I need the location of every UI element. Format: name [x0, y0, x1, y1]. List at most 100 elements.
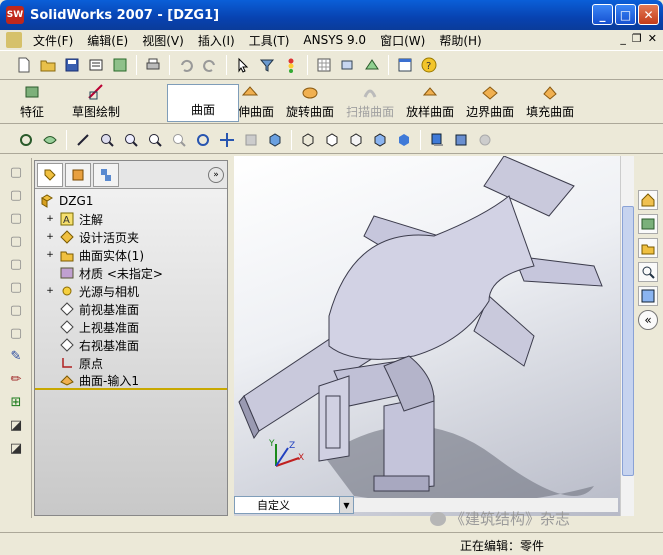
tree-node-lights-cameras[interactable]: + 光源与相机 — [35, 282, 227, 300]
box-select-icon[interactable]: ◪ — [7, 439, 25, 457]
cube-icon[interactable]: ▢ — [7, 163, 25, 181]
wireframe-icon[interactable] — [298, 130, 318, 150]
visibility-icon[interactable] — [40, 130, 60, 150]
mdi-restore-button[interactable]: ❐ — [632, 32, 642, 45]
rotate-icon[interactable] — [193, 130, 213, 150]
shaded-icon[interactable] — [394, 130, 414, 150]
tree-root[interactable]: DZG1 — [35, 192, 227, 210]
pan-icon[interactable] — [217, 130, 237, 150]
tab-property-manager[interactable] — [65, 162, 91, 187]
expand-icon[interactable]: + — [45, 232, 55, 242]
boundary-surface-button[interactable]: 边界曲面 — [466, 83, 514, 120]
smart-dimension-icon[interactable]: ✏ — [7, 370, 25, 388]
maximize-button[interactable]: □ — [615, 4, 636, 25]
grid-icon[interactable] — [314, 55, 334, 75]
lofted-surface-button[interactable]: 放样曲面 — [406, 83, 454, 120]
select-filter-icon[interactable] — [257, 55, 277, 75]
zoom-in-out-icon[interactable] — [145, 130, 165, 150]
cube-icon[interactable]: ▢ — [7, 278, 25, 296]
print-preview-icon[interactable] — [86, 55, 106, 75]
tree-node-annotations[interactable]: + A 注解 — [35, 210, 227, 228]
tree-node-surface-bodies[interactable]: + 曲面实体(1) — [35, 246, 227, 264]
filled-surface-button[interactable]: 填充曲面 — [526, 83, 574, 120]
view-orient-icon[interactable] — [338, 55, 358, 75]
tab-feature-tree[interactable] — [37, 162, 63, 187]
mdi-minimize-button[interactable]: _ — [620, 32, 626, 45]
cube-icon[interactable]: ▢ — [7, 209, 25, 227]
expand-icon[interactable]: + — [45, 214, 55, 224]
cube-icon[interactable]: ▢ — [7, 255, 25, 273]
tree-node-design-binder[interactable]: + 设计活页夹 — [35, 228, 227, 246]
save-icon[interactable] — [62, 55, 82, 75]
hidden-lines-removed-icon[interactable] — [346, 130, 366, 150]
zoom-area-icon[interactable] — [121, 130, 141, 150]
tree-node-top-plane[interactable]: 上视基准面 — [35, 318, 227, 336]
cube-icon[interactable]: ▢ — [7, 324, 25, 342]
menu-help[interactable]: 帮助(H) — [432, 32, 488, 49]
collapse-panel-icon[interactable]: » — [208, 166, 224, 183]
expand-icon[interactable]: + — [45, 250, 55, 260]
menu-view[interactable]: 视图(V) — [135, 32, 191, 49]
design-library-icon[interactable] — [638, 214, 658, 234]
tree-node-surface-import[interactable]: 曲面-输入1 — [35, 372, 227, 390]
view-orientation-select[interactable]: 自定义 ▼ — [234, 496, 354, 514]
revolved-surface-button[interactable]: 旋转曲面 — [286, 83, 334, 120]
tab-surfaces[interactable]: 曲面 — [167, 84, 239, 122]
home-icon[interactable] — [638, 190, 658, 210]
options-icon-2[interactable] — [362, 55, 382, 75]
document-icon[interactable] — [6, 32, 22, 48]
cube-icon[interactable]: ▢ — [7, 186, 25, 204]
open-icon[interactable] — [38, 55, 58, 75]
collapse-taskpane-icon[interactable]: « — [638, 310, 658, 330]
tab-sketch[interactable]: 草图绘制 — [72, 83, 120, 120]
menu-insert[interactable]: 插入(I) — [191, 32, 242, 49]
standard-views-icon[interactable] — [265, 130, 285, 150]
tab-configuration-manager[interactable] — [93, 162, 119, 187]
zoom-selection-icon[interactable] — [169, 130, 189, 150]
box-select-icon[interactable]: ◪ — [7, 416, 25, 434]
render-icon[interactable] — [475, 130, 495, 150]
view-palette-icon[interactable] — [638, 286, 658, 306]
cube-icon[interactable]: ▢ — [7, 301, 25, 319]
file-explorer-icon[interactable] — [638, 238, 658, 258]
print-icon[interactable] — [143, 55, 163, 75]
menu-window[interactable]: 窗口(W) — [373, 32, 432, 49]
tree-node-material[interactable]: 材质 <未指定> — [35, 264, 227, 282]
sketch-pencil-icon[interactable]: ✎ — [7, 347, 25, 365]
window-icon[interactable] — [395, 55, 415, 75]
menu-file[interactable]: 文件(F) — [26, 32, 80, 49]
help-icon[interactable]: ? — [419, 55, 439, 75]
zoom-fit-icon[interactable] — [97, 130, 117, 150]
rebuild-icon[interactable] — [281, 55, 301, 75]
select-icon[interactable] — [233, 55, 253, 75]
undo-icon[interactable] — [176, 55, 196, 75]
shadows-icon[interactable] — [427, 130, 447, 150]
sketch-tool-icon[interactable] — [73, 130, 93, 150]
search-icon[interactable] — [638, 262, 658, 282]
tab-features[interactable]: 特征 — [20, 83, 44, 120]
swept-surface-button[interactable]: 扫描曲面 — [346, 83, 394, 120]
scrollbar-thumb[interactable] — [622, 206, 634, 476]
previous-view-icon[interactable] — [241, 130, 261, 150]
options-icon[interactable] — [110, 55, 130, 75]
tree-node-origin[interactable]: 原点 — [35, 354, 227, 372]
expand-icon[interactable]: + — [45, 286, 55, 296]
new-icon[interactable] — [14, 55, 34, 75]
display-delete-icon[interactable] — [16, 130, 36, 150]
close-button[interactable]: ✕ — [638, 4, 659, 25]
tree-node-right-plane[interactable]: 右视基准面 — [35, 336, 227, 354]
graphics-viewport[interactable]: X Y Z — [234, 156, 634, 516]
minimize-button[interactable]: _ — [592, 4, 613, 25]
redo-icon[interactable] — [200, 55, 220, 75]
menu-tools[interactable]: 工具(T) — [242, 32, 297, 49]
cube-icon[interactable]: ▢ — [7, 232, 25, 250]
hidden-lines-visible-icon[interactable] — [322, 130, 342, 150]
menu-edit[interactable]: 编辑(E) — [80, 32, 135, 49]
tree-node-front-plane[interactable]: 前视基准面 — [35, 300, 227, 318]
realview-icon[interactable] — [451, 130, 471, 150]
shaded-with-edges-icon[interactable] — [370, 130, 390, 150]
relations-icon[interactable]: ⊞ — [7, 393, 25, 411]
vertical-scrollbar[interactable] — [620, 156, 634, 516]
mdi-close-button[interactable]: ✕ — [648, 32, 657, 45]
menu-ansys[interactable]: ANSYS 9.0 — [296, 33, 373, 47]
